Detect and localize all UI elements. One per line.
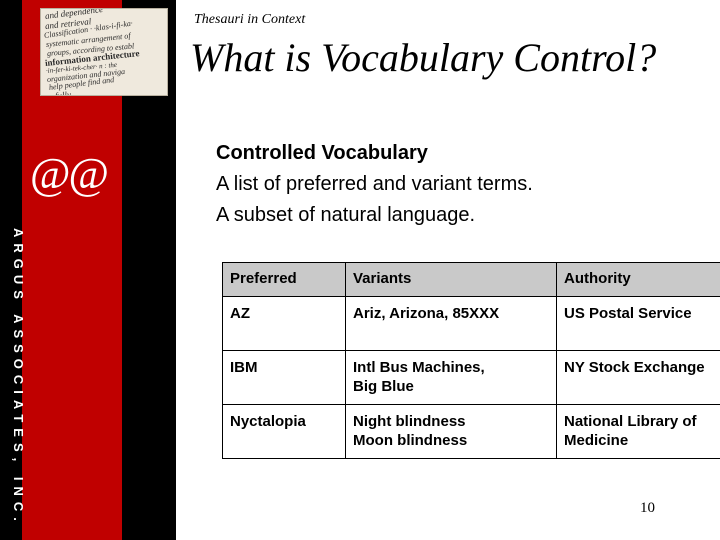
- collage-thumbnail-image: and dependence and retrieval Classificatio…: [40, 8, 168, 96]
- table-header: Preferred Variants Authority: [222, 262, 720, 297]
- cell-authority: NY Stock Exchange: [556, 350, 720, 405]
- vocabulary-table: Preferred Variants Authority AZ Ariz, Ari…: [222, 262, 720, 459]
- cell-line: Intl Bus Machines,: [353, 359, 485, 376]
- bullet-list: Controlled Vocabulary A list of preferred…: [216, 138, 696, 231]
- cell-line: Night blindness: [353, 413, 466, 430]
- column-header-variants: Variants: [345, 262, 557, 297]
- bullet-item: A list of preferred and variant terms.: [216, 173, 533, 195]
- cell-preferred: Nyctalopia: [222, 404, 346, 459]
- cell-line: Big Blue: [353, 378, 414, 395]
- collage-text-line: fully: [54, 89, 72, 96]
- cell-line: Ariz, Arizona, 85XXX: [353, 305, 500, 322]
- slide-title: What is Vocabulary Control?: [190, 35, 657, 80]
- cell-preferred: AZ: [222, 296, 346, 351]
- vocabulary-table-wrapper: Preferred Variants Authority AZ Ariz, Ari…: [222, 262, 720, 459]
- bullet-item: Controlled Vocabulary: [216, 142, 428, 164]
- cell-preferred: IBM: [222, 350, 346, 405]
- column-header-preferred: Preferred: [222, 262, 346, 297]
- slide-kicker: Thesauri in Context: [194, 12, 306, 27]
- argus-logo: @@: [30, 149, 109, 198]
- cell-authority: National Library of Medicine: [556, 404, 720, 459]
- table-row: Nyctalopia Night blindness Moon blindness N…: [222, 404, 720, 459]
- cell-variants: Intl Bus Machines, Big Blue: [345, 350, 557, 405]
- cell-variants: Ariz, Arizona, 85XXX: [345, 296, 557, 351]
- bullet-item: A subset of natural language.: [216, 204, 476, 226]
- cell-line: US Postal Service: [564, 305, 692, 322]
- cell-variants: Night blindness Moon blindness: [345, 404, 557, 459]
- page-number: 10: [640, 500, 655, 516]
- table-body: AZ Ariz, Arizona, 85XXX US Postal Service I…: [222, 296, 720, 459]
- column-header-authority: Authority: [556, 262, 720, 297]
- table-header-row: Preferred Variants Authority: [222, 262, 720, 297]
- table-row: IBM Intl Bus Machines, Big Blue NY Stock Ex…: [222, 350, 720, 405]
- company-vertical-text: ARGUS ASSOCIATES, INC.: [11, 228, 26, 527]
- cell-line: National Library of Medicine: [564, 413, 697, 449]
- table-row: AZ Ariz, Arizona, 85XXX US Postal Service: [222, 296, 720, 351]
- cell-authority: US Postal Service: [556, 296, 720, 351]
- cell-line: Moon blindness: [353, 432, 468, 449]
- cell-line: NY Stock Exchange: [564, 359, 705, 376]
